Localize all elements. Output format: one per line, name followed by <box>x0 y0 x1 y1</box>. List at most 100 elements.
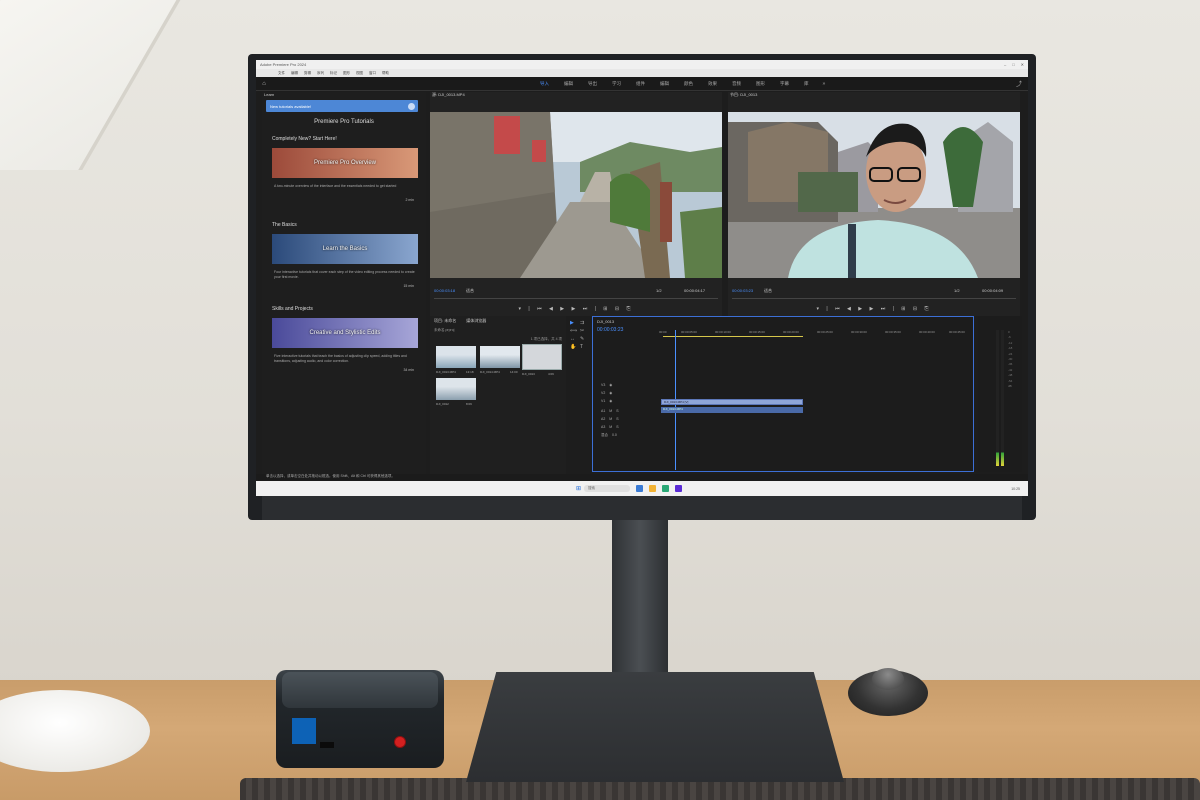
home-icon[interactable]: ⌂ <box>256 81 272 87</box>
menu-window[interactable]: 窗口 <box>369 71 376 76</box>
track-header-a3[interactable]: A3 M S <box>601 425 619 429</box>
eye-icon[interactable]: ◉ <box>609 399 612 403</box>
solo-icon[interactable]: S <box>616 425 618 429</box>
ruler-label: 00:00:40:00 <box>919 330 935 334</box>
ripple-edit-icon[interactable]: ⟺ <box>570 328 578 334</box>
tab-project[interactable]: 项目: 未命名 <box>434 318 456 324</box>
menu-help[interactable]: 帮助 <box>382 71 389 76</box>
window-controls[interactable]: – □ ✕ <box>1004 62 1024 67</box>
menu-edit[interactable]: 编辑 <box>291 71 298 76</box>
program-transport-controls[interactable]: ▾ | ⏮ ◀ ▶ ▶ ⏭ | ⊞ ⊟ ⎘ <box>728 306 1020 312</box>
tab-learning[interactable]: 学习 <box>612 81 621 87</box>
tab-editing[interactable]: 编辑 <box>660 81 669 87</box>
minimize-icon[interactable]: – <box>1004 62 1006 67</box>
tab-import[interactable]: 导入 <box>540 81 549 87</box>
program-scrubber[interactable] <box>732 298 1016 299</box>
pen-icon[interactable]: ✎ <box>580 336 588 342</box>
tab-captions[interactable]: 字幕 <box>780 81 789 87</box>
source-timecode[interactable]: 00:00:03:18 <box>434 288 455 293</box>
menu-file[interactable]: 文件 <box>278 71 285 76</box>
slip-icon[interactable]: ↔ <box>570 336 578 342</box>
source-monitor-tab[interactable]: 源: DJI_0013.MP4 <box>432 92 465 98</box>
timeline-timecode[interactable]: 00:00:03:23 <box>597 327 623 333</box>
master-value[interactable]: 0.0 <box>612 433 617 438</box>
selection-tool-icon[interactable]: ▶ <box>570 320 578 326</box>
banner-close-icon[interactable] <box>408 102 415 110</box>
tab-edit[interactable]: 编辑 <box>564 81 573 87</box>
mute-icon[interactable]: M <box>609 425 612 429</box>
type-icon[interactable]: T <box>580 344 588 350</box>
video-clip[interactable]: DJI_0013.MP4 [V] <box>661 399 803 405</box>
menu-clip[interactable]: 剪辑 <box>304 71 311 76</box>
tutorial-card-overview[interactable]: Premiere Pro Overview <box>272 148 418 178</box>
solo-icon[interactable]: S <box>616 417 618 421</box>
solo-icon[interactable]: S <box>616 409 618 413</box>
card-duration: 15 min <box>403 284 414 288</box>
tutorial-card-basics[interactable]: Learn the Basics <box>272 234 418 264</box>
hand-icon[interactable]: ✋ <box>570 344 578 350</box>
premiere-icon[interactable] <box>675 485 682 492</box>
track-header-a2[interactable]: A2 M S <box>601 417 619 421</box>
menu-graphics[interactable]: 图形 <box>343 71 350 76</box>
program-timecode[interactable]: 00:00:03:23 <box>732 288 753 293</box>
track-header-v1[interactable]: V1 ◉ <box>601 399 612 403</box>
menu-sequence[interactable]: 序列 <box>317 71 324 76</box>
track-label: A1 <box>601 409 606 413</box>
item-count: 1 项已选择，共 4 项 <box>530 337 562 341</box>
eye-icon[interactable]: ◉ <box>609 383 612 387</box>
tab-libraries[interactable]: 库 <box>804 81 809 87</box>
ruler-label: 00:00:10:00 <box>715 330 731 334</box>
workspace-more-icon[interactable]: » <box>823 81 826 87</box>
source-transport-controls[interactable]: ▾ | ⏮ ◀ ▶ ▶ ⏭ | ⊞ ⊟ ⎘ <box>430 306 722 312</box>
mute-icon[interactable]: M <box>609 409 612 413</box>
track-header-v3[interactable]: V3 ◉ <box>601 383 612 387</box>
tab-color[interactable]: 颜色 <box>684 81 693 87</box>
learn-tab[interactable]: Learn <box>264 92 274 97</box>
intel-core-sticker <box>292 718 316 744</box>
sequence-tab[interactable]: DJI_0013 <box>597 319 614 324</box>
project-path: 未命名.prproj <box>434 328 455 332</box>
close-icon[interactable]: ✕ <box>1021 62 1024 67</box>
program-monitor-tab[interactable]: 节目: DJI_0013 <box>730 92 757 98</box>
clip-thumbnail-selected[interactable] <box>522 344 562 370</box>
edge-icon[interactable] <box>662 485 669 492</box>
tools-panel: ▶ ⇉ ⟺ ✂ ↔ ✎ ✋ T <box>570 320 588 470</box>
master-track[interactable]: 混合 0.0 <box>601 433 617 438</box>
tab-export[interactable]: 导出 <box>588 81 597 87</box>
tab-audio[interactable]: 音频 <box>732 81 741 87</box>
app-icon[interactable] <box>636 485 643 492</box>
in-out-range[interactable] <box>663 336 803 337</box>
program-scale-select[interactable]: 1/2 <box>954 288 960 293</box>
windows-start-icon[interactable]: ⊞ <box>576 485 581 492</box>
clip-duration: 14:00 <box>510 370 518 374</box>
tab-media-browser[interactable]: 媒体浏览器 <box>466 318 486 324</box>
tab-effects[interactable]: 效果 <box>708 81 717 87</box>
audio-clip[interactable]: DJI_0013.MP4 <box>661 407 803 413</box>
program-fit-select[interactable]: 适合 <box>764 288 772 294</box>
clip-thumbnail[interactable] <box>480 346 520 368</box>
taskbar-search[interactable]: 搜索 <box>584 485 630 492</box>
menu-markers[interactable]: 标记 <box>330 71 337 76</box>
mute-icon[interactable]: M <box>609 417 612 421</box>
folder-icon[interactable] <box>649 485 656 492</box>
tutorial-card-creative[interactable]: Creative and Stylistic Edits <box>272 318 418 348</box>
windows-taskbar: ⊞ 搜索 10:25 <box>256 481 1028 496</box>
source-scrubber[interactable] <box>434 298 718 299</box>
new-tutorials-banner[interactable]: New tutorials available! <box>266 100 418 112</box>
razor-icon[interactable]: ✂ <box>580 328 588 334</box>
eye-icon[interactable]: ◉ <box>609 391 612 395</box>
source-video-frame[interactable] <box>430 112 722 278</box>
clip-thumbnail[interactable] <box>436 346 476 368</box>
program-video-frame[interactable] <box>728 112 1020 278</box>
clip-thumbnail[interactable] <box>436 378 476 400</box>
track-header-a1[interactable]: A1 M S <box>601 409 619 413</box>
maximize-icon[interactable]: □ <box>1012 62 1014 67</box>
tab-assembly[interactable]: 组件 <box>636 81 645 87</box>
track-select-icon[interactable]: ⇉ <box>580 320 588 326</box>
source-scale-select[interactable]: 1/2 <box>656 288 662 293</box>
track-header-v2[interactable]: V2 ◉ <box>601 391 612 395</box>
share-icon[interactable]: ⤴ <box>1016 79 1022 88</box>
menu-view[interactable]: 视图 <box>356 71 363 76</box>
tab-graphics[interactable]: 图形 <box>756 81 765 87</box>
source-fit-select[interactable]: 适合 <box>466 288 474 294</box>
